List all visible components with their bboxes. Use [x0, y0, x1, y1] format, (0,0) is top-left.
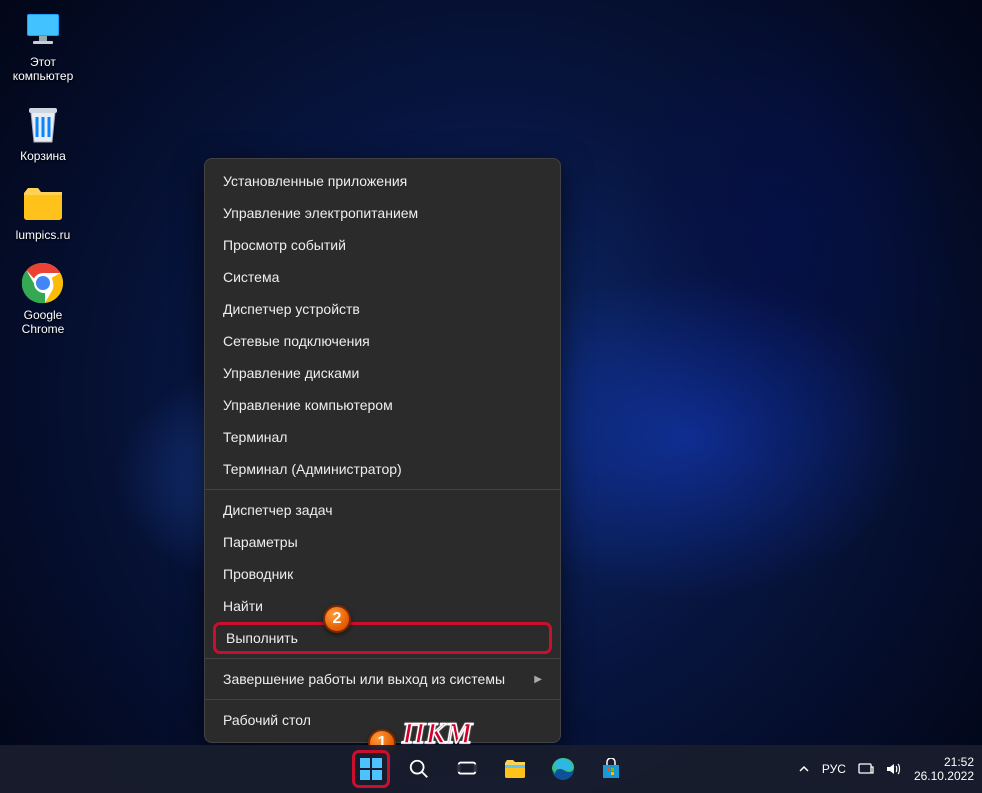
taskbar-explorer-button[interactable]	[496, 750, 534, 788]
chevron-right-icon: ▶	[534, 674, 542, 685]
tray-date: 26.10.2022	[914, 769, 974, 783]
ctx-item-installed-apps[interactable]: Установленные приложения	[205, 165, 560, 197]
tray-chevron-button[interactable]	[798, 763, 810, 775]
ctx-item-settings[interactable]: Параметры	[205, 526, 560, 558]
trash-icon	[21, 102, 65, 146]
store-icon	[600, 758, 622, 780]
tray-volume-button[interactable]	[886, 762, 902, 776]
tray-clock[interactable]: 21:52 26.10.2022	[914, 755, 974, 784]
taskbar-center	[352, 750, 630, 788]
volume-icon	[886, 762, 902, 776]
ctx-item-computer-management[interactable]: Управление компьютером	[205, 389, 560, 421]
ctx-separator	[205, 489, 560, 490]
chevron-up-icon	[798, 763, 810, 775]
ctx-item-event-viewer[interactable]: Просмотр событий	[205, 229, 560, 261]
system-tray: РУС 21:52 26.10.2022	[798, 755, 974, 784]
ctx-separator	[205, 699, 560, 700]
desktop-icon-recycle-bin[interactable]: Корзина	[5, 99, 81, 166]
monitor-icon	[21, 8, 65, 52]
ctx-item-device-manager[interactable]: Диспетчер устройств	[205, 293, 560, 325]
ctx-item-disk-management[interactable]: Управление дисками	[205, 357, 560, 389]
tray-time: 21:52	[914, 755, 974, 769]
ctx-item-terminal-admin[interactable]: Терминал (Администратор)	[205, 453, 560, 485]
winx-context-menu: Установленные приложения Управление элек…	[204, 158, 561, 743]
desktop-icon-this-pc[interactable]: Этоткомпьютер	[5, 5, 81, 87]
ctx-item-power-options[interactable]: Управление электропитанием	[205, 197, 560, 229]
windows-icon	[360, 758, 382, 780]
desktop-icons: Этоткомпьютер Корзина lumpics.ru GoogleC…	[5, 5, 81, 339]
ctx-separator	[205, 658, 560, 659]
desktop-icon-folder[interactable]: lumpics.ru	[5, 178, 81, 245]
annotation-badge-2: 2	[323, 605, 351, 633]
ctx-item-network-connections[interactable]: Сетевые подключения	[205, 325, 560, 357]
taskbar-edge-button[interactable]	[544, 750, 582, 788]
desktop-icon-label: Этоткомпьютер	[13, 55, 74, 84]
ctx-item-terminal[interactable]: Терминал	[205, 421, 560, 453]
ctx-item-shutdown-signout[interactable]: Завершение работы или выход из системы▶	[205, 663, 560, 695]
taskbar-search-button[interactable]	[400, 750, 438, 788]
taskbar-taskview-button[interactable]	[448, 750, 486, 788]
desktop-icon-label: lumpics.ru	[16, 228, 71, 242]
network-icon	[858, 762, 874, 776]
tray-network-button[interactable]	[858, 762, 874, 776]
taskbar-store-button[interactable]	[592, 750, 630, 788]
desktop-icon-label: GoogleChrome	[22, 308, 65, 337]
search-icon	[408, 758, 430, 780]
tray-language[interactable]: РУС	[822, 762, 846, 776]
desktop-icon-chrome[interactable]: GoogleChrome	[5, 258, 81, 340]
ctx-item-system[interactable]: Система	[205, 261, 560, 293]
folder-icon	[21, 181, 65, 225]
ctx-item-search[interactable]: Найти	[205, 590, 560, 622]
edge-icon	[551, 757, 575, 781]
folder-icon	[503, 758, 527, 780]
chrome-icon	[21, 261, 65, 305]
ctx-item-file-explorer[interactable]: Проводник	[205, 558, 560, 590]
ctx-item-run[interactable]: Выполнить	[213, 622, 552, 654]
ctx-item-task-manager[interactable]: Диспетчер задач	[205, 494, 560, 526]
desktop: Этоткомпьютер Корзина lumpics.ru GoogleC…	[0, 0, 982, 793]
start-button[interactable]	[352, 750, 390, 788]
taskbar: РУС 21:52 26.10.2022	[0, 745, 982, 793]
desktop-icon-label: Корзина	[20, 149, 66, 163]
task-view-icon	[456, 758, 478, 780]
